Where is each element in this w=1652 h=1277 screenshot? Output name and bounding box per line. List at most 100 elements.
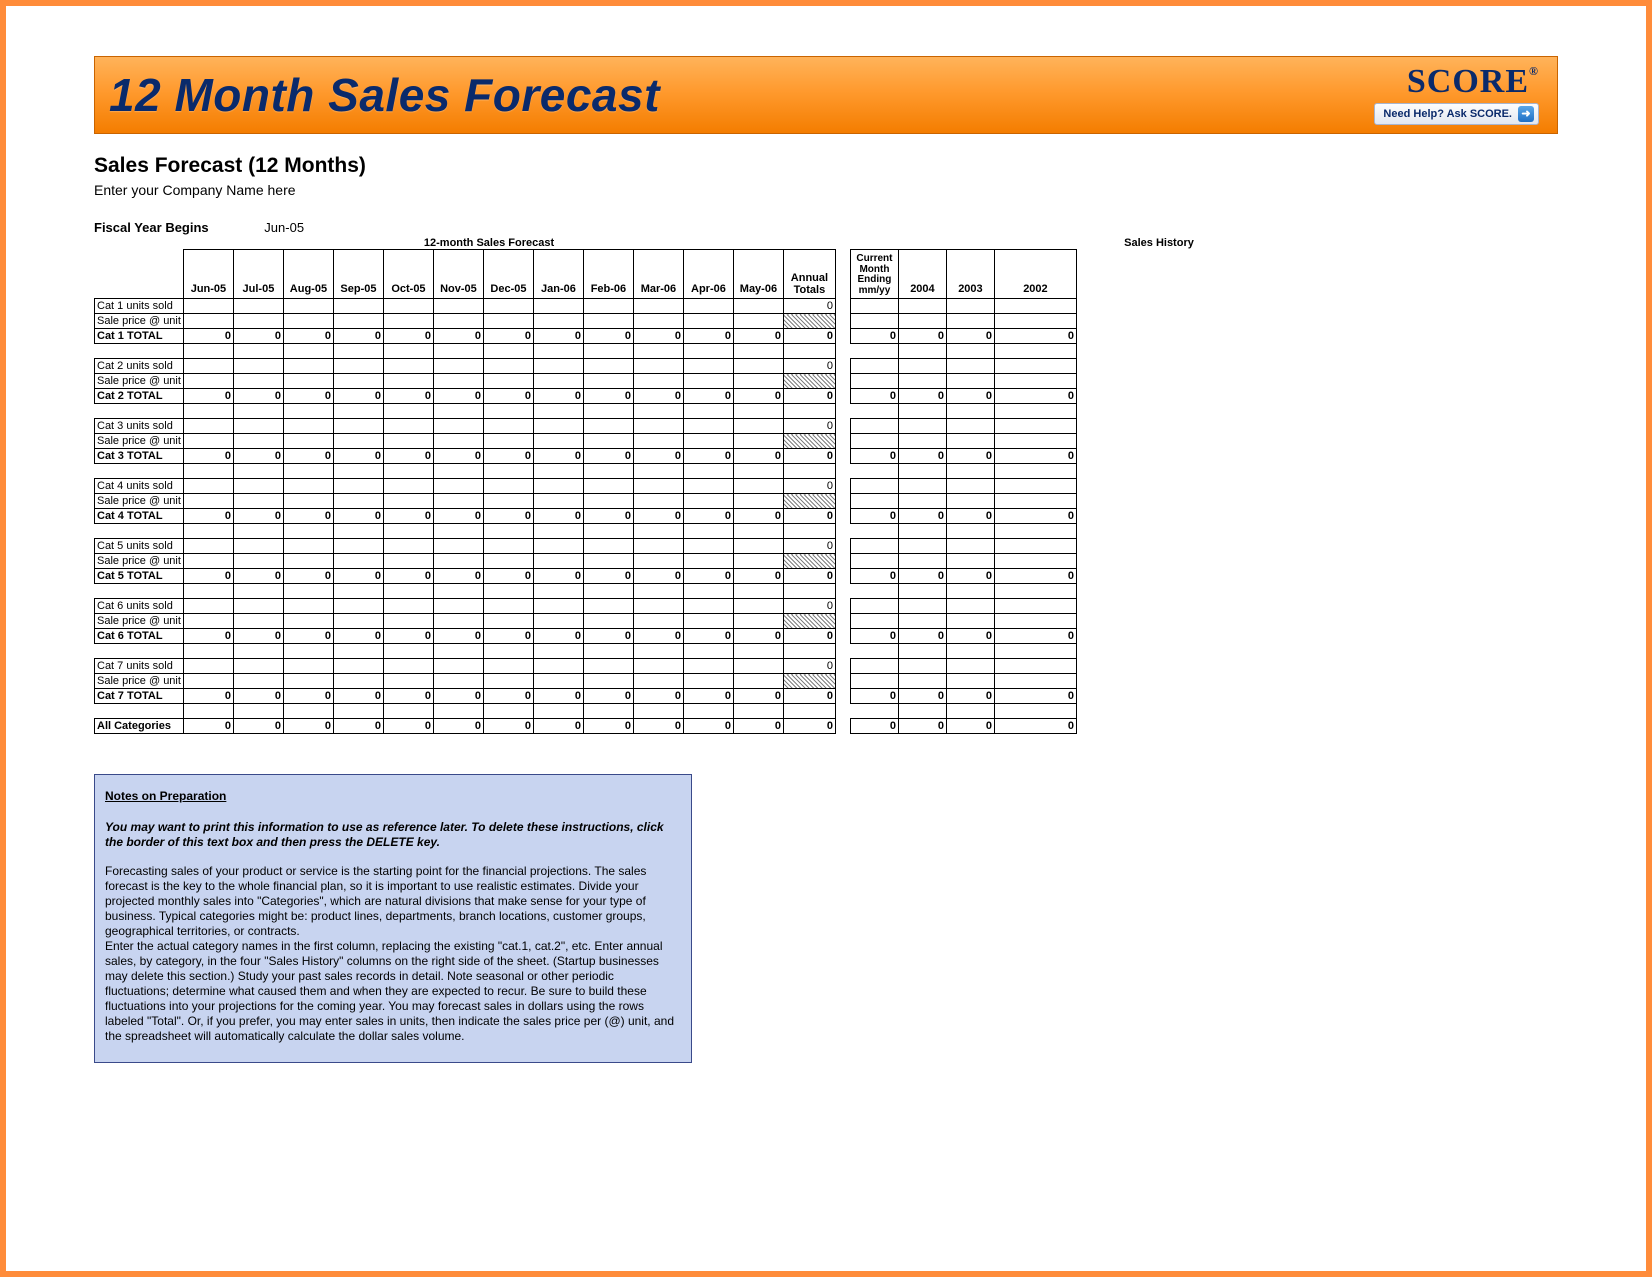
cell[interactable] — [850, 599, 898, 614]
table-row[interactable]: Cat 3 TOTAL0000000000000 — [95, 449, 836, 464]
cell[interactable]: 0 — [898, 509, 946, 524]
cell[interactable] — [994, 479, 1076, 494]
cell[interactable]: 0 — [898, 449, 946, 464]
table-row[interactable]: All Categories0000000000000 — [95, 719, 836, 734]
cell[interactable] — [433, 614, 483, 629]
table-row[interactable]: Sale price @ unit — [95, 314, 836, 329]
cell[interactable]: 0 — [183, 569, 233, 584]
cell[interactable]: 0 — [283, 719, 333, 734]
cell[interactable]: 0 — [433, 509, 483, 524]
table-row[interactable] — [850, 374, 1076, 389]
cell[interactable] — [283, 359, 333, 374]
cell[interactable] — [483, 359, 533, 374]
cell[interactable] — [333, 599, 383, 614]
table-row[interactable]: 0000 — [850, 509, 1076, 524]
annual-cell[interactable]: 0 — [783, 419, 835, 434]
cell[interactable] — [583, 479, 633, 494]
cell[interactable] — [483, 494, 533, 509]
cell[interactable] — [433, 359, 483, 374]
cell[interactable] — [946, 674, 994, 689]
cell[interactable] — [333, 614, 383, 629]
cell[interactable]: 0 — [333, 329, 383, 344]
cell[interactable] — [583, 374, 633, 389]
cell[interactable] — [383, 659, 433, 674]
annual-cell[interactable]: 0 — [783, 659, 835, 674]
cell[interactable] — [383, 479, 433, 494]
cell[interactable] — [946, 659, 994, 674]
cell[interactable]: 0 — [683, 569, 733, 584]
annual-cell[interactable]: 0 — [783, 389, 835, 404]
cell[interactable] — [733, 314, 783, 329]
cell[interactable] — [898, 419, 946, 434]
cell[interactable] — [233, 479, 283, 494]
cell[interactable]: 0 — [333, 689, 383, 704]
annual-cell[interactable]: 0 — [783, 539, 835, 554]
cell[interactable]: 0 — [898, 389, 946, 404]
cell[interactable] — [683, 299, 733, 314]
cell[interactable] — [233, 374, 283, 389]
cell[interactable] — [283, 554, 333, 569]
cell[interactable]: 0 — [183, 689, 233, 704]
cell[interactable]: 0 — [733, 629, 783, 644]
cell[interactable] — [994, 659, 1076, 674]
cell[interactable]: 0 — [583, 389, 633, 404]
cell[interactable] — [583, 359, 633, 374]
cell[interactable] — [383, 539, 433, 554]
cell[interactable]: 0 — [483, 329, 533, 344]
annual-cell[interactable]: 0 — [783, 359, 835, 374]
cell[interactable] — [850, 494, 898, 509]
cell[interactable]: 0 — [183, 509, 233, 524]
cell[interactable] — [733, 299, 783, 314]
cell[interactable] — [850, 659, 898, 674]
cell[interactable] — [583, 494, 633, 509]
cell[interactable]: 0 — [383, 689, 433, 704]
cell[interactable] — [433, 674, 483, 689]
cell[interactable]: 0 — [633, 629, 683, 644]
table-row[interactable]: Cat 7 TOTAL0000000000000 — [95, 689, 836, 704]
row-label[interactable]: Sale price @ unit — [95, 554, 184, 569]
row-label[interactable]: Cat 6 units sold — [95, 599, 184, 614]
annual-cell[interactable]: 0 — [783, 719, 835, 734]
cell[interactable] — [183, 674, 233, 689]
table-row[interactable] — [850, 434, 1076, 449]
cell[interactable]: 0 — [233, 569, 283, 584]
cell[interactable] — [333, 434, 383, 449]
cell[interactable] — [483, 419, 533, 434]
cell[interactable] — [333, 554, 383, 569]
table-row[interactable]: Sale price @ unit — [95, 674, 836, 689]
cell[interactable]: 0 — [283, 509, 333, 524]
cell[interactable]: 0 — [233, 449, 283, 464]
cell[interactable] — [850, 554, 898, 569]
cell[interactable]: 0 — [483, 689, 533, 704]
cell[interactable] — [283, 539, 333, 554]
cell[interactable] — [633, 494, 683, 509]
cell[interactable]: 0 — [383, 629, 433, 644]
cell[interactable] — [898, 314, 946, 329]
history-table[interactable]: Current Month Ending mm/yy 2004 2003 200… — [850, 249, 1077, 734]
cell[interactable] — [533, 374, 583, 389]
cell[interactable]: 0 — [946, 719, 994, 734]
cell[interactable] — [733, 554, 783, 569]
cell[interactable] — [383, 374, 433, 389]
cell[interactable] — [683, 659, 733, 674]
cell[interactable] — [850, 674, 898, 689]
cell[interactable] — [483, 599, 533, 614]
cell[interactable]: 0 — [333, 719, 383, 734]
cell[interactable] — [533, 539, 583, 554]
cell[interactable]: 0 — [633, 689, 683, 704]
cell[interactable] — [683, 374, 733, 389]
cell[interactable]: 0 — [946, 389, 994, 404]
cell[interactable]: 0 — [683, 719, 733, 734]
cell[interactable] — [583, 539, 633, 554]
cell[interactable]: 0 — [183, 719, 233, 734]
annual-cell[interactable]: 0 — [783, 449, 835, 464]
cell[interactable] — [383, 494, 433, 509]
annual-cell[interactable]: 0 — [783, 509, 835, 524]
cell[interactable]: 0 — [683, 689, 733, 704]
cell[interactable] — [850, 434, 898, 449]
cell[interactable] — [433, 314, 483, 329]
cell[interactable]: 0 — [233, 719, 283, 734]
cell[interactable] — [483, 539, 533, 554]
cell[interactable] — [333, 374, 383, 389]
annual-cell[interactable]: 0 — [783, 569, 835, 584]
